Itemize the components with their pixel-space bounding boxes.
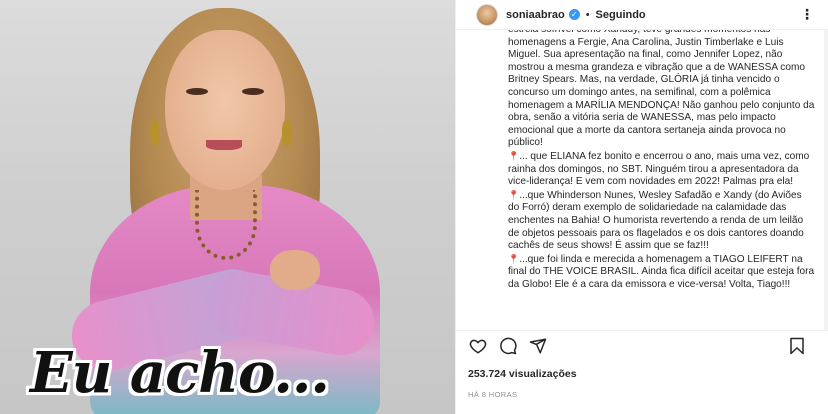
caption-paragraph-text: ...que foi linda e merecida a homenagem … xyxy=(508,253,815,290)
separator-dot: • xyxy=(585,8,590,21)
avatar[interactable] xyxy=(476,3,498,26)
following-button[interactable]: Seguindo xyxy=(596,9,646,21)
photo-eye-left xyxy=(186,88,208,95)
comment-icon[interactable] xyxy=(498,336,518,356)
post-image[interactable]: Eu acho... xyxy=(0,0,455,414)
caption-paragraph: estreia sofrível como Xanddy, teve grand… xyxy=(508,30,815,149)
caption-paragraph: 📍... que ELIANA fez bonito e encerrou o … xyxy=(508,150,815,189)
pin-icon: 📍 xyxy=(508,189,520,200)
photo-necklace xyxy=(195,190,257,260)
photo-face xyxy=(165,30,285,190)
view-count[interactable]: 253.724 visualizações xyxy=(468,368,577,380)
action-bar xyxy=(456,330,828,360)
post-header: soniaabrao ✓ • Seguindo ⋮ xyxy=(456,0,828,30)
verified-badge-icon: ✓ xyxy=(568,9,580,20)
photo-earring-right xyxy=(282,120,292,146)
pin-icon: 📍 xyxy=(508,253,520,264)
caption-scrollbar[interactable] xyxy=(824,30,828,330)
photo-earring-left xyxy=(150,120,160,146)
heart-icon[interactable] xyxy=(468,336,488,356)
post-panel: soniaabrao ✓ • Seguindo ⋮ estreia sofrív… xyxy=(455,0,828,414)
pin-icon: 📍 xyxy=(508,150,520,161)
username[interactable]: soniaabrao xyxy=(506,9,565,21)
caption-area[interactable]: estreia sofrível como Xanddy, teve grand… xyxy=(456,30,828,325)
caption-paragraph: 📍...que foi linda e merecida a homenagem… xyxy=(508,253,815,292)
photo-hand xyxy=(270,250,320,290)
image-overlay-text: Eu acho... xyxy=(30,340,330,406)
photo-mouth xyxy=(206,140,242,150)
caption-text: estreia sofrível como Xanddy, teve grand… xyxy=(508,30,815,291)
more-options-icon[interactable]: ⋮ xyxy=(800,6,815,23)
caption-paragraph-text: ... que ELIANA fez bonito e encerrou o a… xyxy=(508,150,810,188)
bookmark-icon[interactable] xyxy=(787,336,807,356)
caption-paragraph: 📍...que Whinderson Nunes, Wesley Safadão… xyxy=(508,189,815,253)
photo-eye-right xyxy=(242,88,264,95)
share-icon[interactable] xyxy=(528,336,548,356)
post-timestamp[interactable]: HÁ 8 HORAS xyxy=(468,390,517,399)
caption-paragraph-text: ...que Whinderson Nunes, Wesley Safadão … xyxy=(508,189,804,252)
